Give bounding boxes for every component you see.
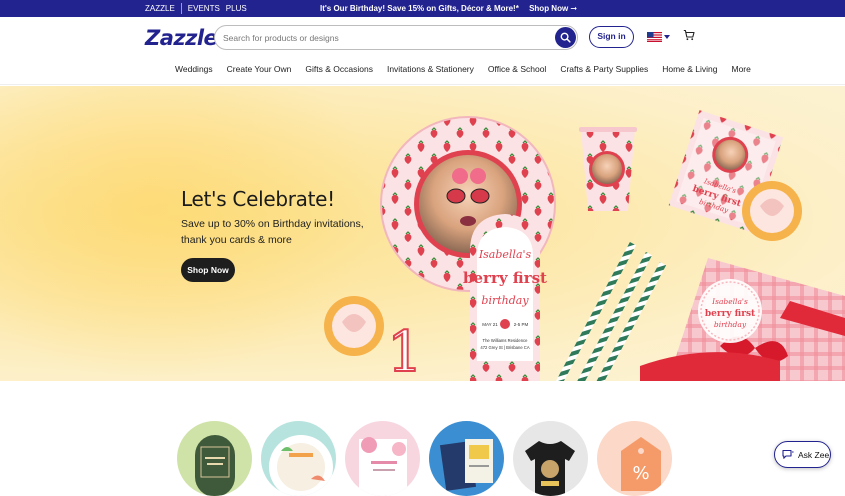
candle-number: 1 <box>387 320 423 381</box>
search-input[interactable] <box>223 30 543 46</box>
brand-events-link[interactable]: EVENTS <box>182 0 226 17</box>
category-baby-shower[interactable] <box>345 421 420 496</box>
nav-item-gifts-occasions[interactable]: Gifts & Occasions <box>305 59 373 79</box>
dinosaur-plate-thumbnail <box>269 435 333 496</box>
tshirt-thumbnail <box>525 441 575 496</box>
category-apparel[interactable] <box>513 421 588 496</box>
search-bar <box>214 25 578 50</box>
promo-text: It's Our Birthday! Save 15% on Gifts, Dé… <box>320 4 519 13</box>
promo-message: It's Our Birthday! Save 15% on Gifts, Dé… <box>320 0 577 17</box>
us-flag-icon[interactable] <box>647 32 662 42</box>
category-carousel: % <box>0 381 845 496</box>
category-wedding[interactable] <box>177 421 252 496</box>
invite-name: Isabella's <box>478 248 532 261</box>
category-sale[interactable]: % <box>597 421 672 496</box>
promo-shop-now-link[interactable]: Shop Now ➞ <box>529 4 577 13</box>
site-header: Zazzle Sign in <box>0 17 845 59</box>
chat-bubble-icon <box>782 449 794 459</box>
nav-item-office-school[interactable]: Office & School <box>488 59 546 79</box>
ask-zee-chat-button[interactable]: Ask Zee <box>774 441 831 468</box>
promo-bar: ZAZZLE EVENTS PLUS It's Our Birthday! Sa… <box>0 0 845 17</box>
invite-date: MAY 21 <box>482 322 498 327</box>
main-nav: Weddings Create Your Own Gifts & Occasio… <box>0 59 845 85</box>
category-kids-party[interactable] <box>261 421 336 496</box>
ask-zee-label: Ask Zee <box>798 449 830 460</box>
category-stationery[interactable] <box>429 421 504 496</box>
hero-product-image: Isabella's berry first birthday MAY 21 2… <box>324 110 845 381</box>
nav-item-create-your-own[interactable]: Create Your Own <box>227 59 292 79</box>
nav-item-home-living[interactable]: Home & Living <box>662 59 717 79</box>
sale-tag-thumbnail: % <box>621 437 661 491</box>
tag-title: berry first <box>705 309 756 319</box>
nav-item-crafts-party-supplies[interactable]: Crafts & Party Supplies <box>560 59 648 79</box>
invite-title: berry first <box>463 269 547 287</box>
floral-invite-thumbnail <box>359 437 407 496</box>
brand-switcher: ZAZZLE EVENTS PLUS <box>145 0 253 17</box>
brand-zazzle-link[interactable]: ZAZZLE <box>145 0 181 17</box>
wedding-invite-thumbnail <box>195 435 235 496</box>
paper-straws <box>554 241 667 381</box>
number-candle: 1 <box>386 319 424 381</box>
tag-word: birthday <box>714 320 747 329</box>
invitation-card: Isabella's berry first birthday MAY 21 2… <box>463 214 547 381</box>
svg-text:%: % <box>632 463 649 484</box>
invite-time: 2-5 PM <box>514 322 529 327</box>
brand-plus-link[interactable]: PLUS <box>226 0 253 17</box>
cart-icon[interactable] <box>683 29 695 41</box>
nav-item-weddings[interactable]: Weddings <box>175 59 213 79</box>
nav-item-more[interactable]: More <box>731 59 750 79</box>
chevron-down-icon[interactable] <box>664 35 670 39</box>
nav-item-invitations-stationery[interactable]: Invitations & Stationery <box>387 59 474 79</box>
tag-name: Isabella's <box>711 297 748 306</box>
cupcake-right <box>742 181 802 241</box>
invite-address: 472 Grey St | Brisbane CA <box>480 345 529 350</box>
party-cup <box>579 127 637 211</box>
sign-in-button[interactable]: Sign in <box>589 26 634 48</box>
hero-shop-now-button[interactable]: Shop Now <box>181 258 235 282</box>
zazzle-logo[interactable]: Zazzle <box>145 26 218 50</box>
gift-box: Isabella's berry first birthday <box>640 258 845 381</box>
hero-banner[interactable]: Let's Celebrate! Save up to 30% on Birth… <box>0 86 845 381</box>
search-button[interactable] <box>555 27 576 48</box>
cupcake-left <box>324 296 384 356</box>
notebook-thumbnail <box>439 439 493 491</box>
invite-place: The Williams Residence <box>483 338 529 343</box>
invite-word: birthday <box>481 294 529 307</box>
search-icon <box>560 32 571 43</box>
